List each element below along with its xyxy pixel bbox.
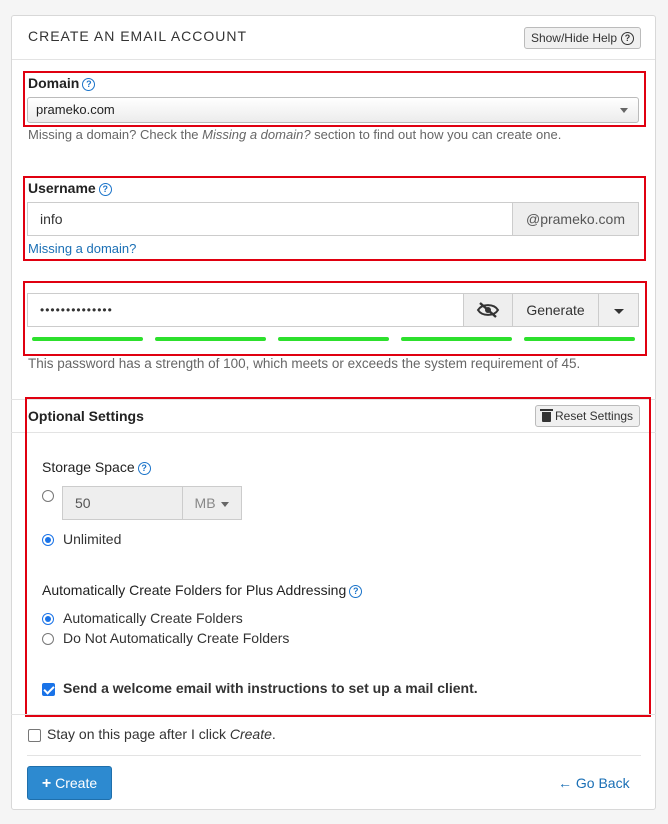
password-input[interactable]: ••••••••••••••: [27, 293, 464, 327]
password-strength-text: This password has a strength of 100, whi…: [28, 356, 581, 371]
domain-selected-value: prameko.com: [36, 102, 115, 117]
auto-create-folders-label: Automatically Create Folders: [63, 610, 243, 626]
show-hide-help-button[interactable]: Show/Hide Help ?: [523, 27, 641, 49]
storage-unlimited-radio[interactable]: [42, 534, 54, 546]
username-value: info: [40, 211, 63, 227]
help-icon[interactable]: ?: [137, 462, 151, 475]
caret-down-icon: [221, 501, 230, 507]
plus-addressing-label-text: Automatically Create Folders for Plus Ad…: [42, 582, 347, 598]
caret-down-icon: [620, 108, 628, 113]
section-divider: [11, 714, 656, 715]
strength-meter-segment: [278, 337, 389, 341]
username-input[interactable]: info: [27, 202, 513, 236]
username-label: Username?: [28, 180, 112, 196]
section-divider: [27, 755, 641, 756]
strength-meter-segment: [524, 337, 635, 341]
plus-icon: +: [41, 775, 52, 792]
domain-hint-suffix: section to find out how you can create o…: [310, 127, 562, 142]
stay-label-suffix: .: [271, 726, 276, 742]
username-label-text: Username: [28, 180, 96, 196]
storage-space-label: Storage Space?: [42, 459, 151, 475]
password-masked-value: ••••••••••••••: [40, 303, 113, 317]
arrow-left-icon: ←: [558, 775, 572, 791]
plus-addressing-label: Automatically Create Folders for Plus Ad…: [42, 582, 363, 598]
storage-space-label-text: Storage Space: [42, 459, 135, 475]
username-domain-suffix: @prameko.com: [512, 202, 639, 236]
generate-options-dropdown[interactable]: [598, 293, 639, 327]
panel-header: CREATE AN EMAIL ACCOUNT Show/Hide Help ?: [12, 16, 655, 60]
go-back-label: Go Back: [575, 775, 630, 791]
storage-custom-radio[interactable]: [42, 490, 54, 502]
create-button-label: Create: [55, 775, 98, 791]
show-hide-help-label: Show/Hide Help: [530, 31, 617, 45]
domain-select[interactable]: prameko.com: [27, 97, 639, 123]
storage-unit-dropdown[interactable]: MB: [182, 486, 242, 520]
stay-label-emphasis: Create: [229, 726, 272, 742]
section-divider: [11, 432, 656, 433]
no-auto-create-folders-radio[interactable]: [42, 633, 54, 645]
storage-unit-value: MB: [194, 495, 216, 511]
strength-meter-segment: [32, 337, 143, 341]
auto-create-folders-radio[interactable]: [42, 613, 54, 625]
create-button[interactable]: + Create: [27, 766, 112, 800]
help-icon[interactable]: ?: [98, 183, 112, 196]
optional-settings-title: Optional Settings: [28, 408, 144, 424]
no-auto-create-folders-label: Do Not Automatically Create Folders: [63, 630, 290, 646]
missing-domain-link[interactable]: Missing a domain?: [28, 241, 136, 256]
domain-label-text: Domain: [28, 75, 80, 91]
welcome-email-label: Send a welcome email with instructions t…: [63, 680, 478, 696]
caret-down-icon: [613, 308, 624, 314]
stay-on-page-checkbox[interactable]: [28, 729, 41, 742]
trash-icon: [540, 409, 553, 422]
welcome-email-checkbox[interactable]: [42, 683, 55, 696]
domain-hint-emphasis: Missing a domain?: [202, 127, 311, 142]
eye-slash-icon: [476, 302, 500, 318]
domain-hint-prefix: Missing a domain? Check the: [28, 127, 203, 142]
storage-unlimited-label: Unlimited: [63, 531, 122, 547]
help-icon[interactable]: ?: [349, 585, 363, 598]
generate-password-button[interactable]: Generate: [512, 293, 599, 327]
domain-label: Domain?: [28, 75, 96, 91]
stay-on-page-label: Stay on this page after I click Create.: [47, 726, 276, 742]
toggle-visibility-button[interactable]: [463, 293, 513, 327]
strength-meter-segment: [155, 337, 266, 341]
storage-quota-input[interactable]: 50: [62, 486, 183, 520]
help-icon[interactable]: ?: [82, 78, 96, 91]
question-circle-icon: ?: [621, 31, 634, 45]
go-back-link[interactable]: ← Go Back: [558, 775, 630, 791]
reset-settings-label: Reset Settings: [555, 409, 634, 423]
page-title: CREATE AN EMAIL ACCOUNT: [28, 28, 248, 44]
strength-meter-segment: [401, 337, 512, 341]
domain-hint: Missing a domain? Check the Missing a do…: [28, 127, 561, 142]
section-divider: [11, 399, 656, 400]
storage-quota-value: 50: [75, 495, 91, 511]
reset-settings-button[interactable]: Reset Settings: [535, 405, 641, 427]
stay-label-prefix: Stay on this page after I click: [47, 726, 230, 742]
